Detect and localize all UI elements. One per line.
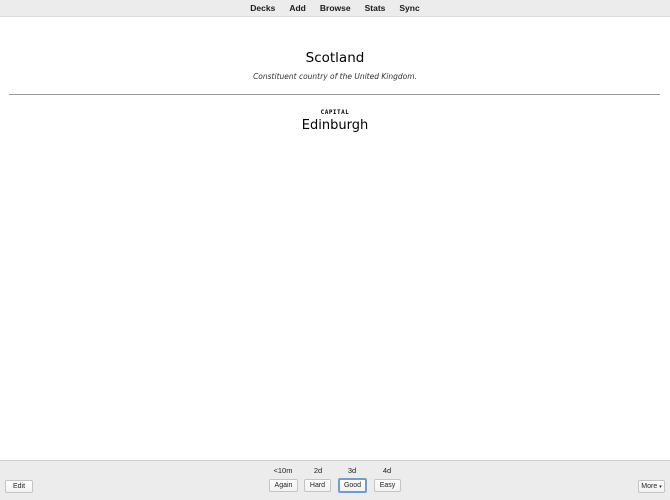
hard-button[interactable]: Hard (304, 479, 331, 492)
easy-interval: 4d (382, 466, 392, 475)
answer-bar: Edit <10m 2d 3d 4d Again Hard Good Easy … (0, 460, 670, 500)
edit-button[interactable]: Edit (5, 480, 33, 493)
toolbar-browse-link[interactable]: Browse (313, 0, 358, 16)
good-interval: 3d (347, 466, 357, 475)
top-toolbar: Decks Add Browse Stats Sync (0, 0, 670, 17)
reviewer-window: Decks Add Browse Stats Sync Scotland Con… (0, 0, 670, 500)
good-button-label: Good (343, 482, 362, 489)
toolbar-sync-link[interactable]: Sync (392, 0, 426, 16)
edit-button-label: Edit (12, 483, 26, 490)
card-front-subtitle: Constituent country of the United Kingdo… (253, 72, 417, 81)
hard-interval: 2d (313, 466, 323, 475)
hard-button-label: Hard (309, 482, 326, 489)
easy-button[interactable]: Easy (374, 479, 401, 492)
again-interval: <10m (273, 466, 293, 475)
more-button[interactable]: More ▾ (638, 480, 665, 493)
card-front-title: Scotland (305, 50, 365, 66)
chevron-down-icon: ▾ (659, 483, 662, 490)
again-button-label: Again (274, 482, 293, 489)
answer-divider (9, 94, 660, 95)
toolbar-add-link[interactable]: Add (282, 0, 313, 16)
toolbar-decks-link[interactable]: Decks (243, 0, 282, 16)
answer-field-value: Edinburgh (301, 118, 369, 133)
more-button-label: More (641, 483, 658, 490)
good-button[interactable]: Good (338, 478, 367, 493)
toolbar-stats-link[interactable]: Stats (358, 0, 393, 16)
answer-field-label: CAPITAL (320, 109, 350, 116)
flashcard: Scotland Constituent country of the Unit… (0, 17, 670, 460)
again-button[interactable]: Again (269, 479, 298, 492)
easy-button-label: Easy (379, 482, 396, 489)
